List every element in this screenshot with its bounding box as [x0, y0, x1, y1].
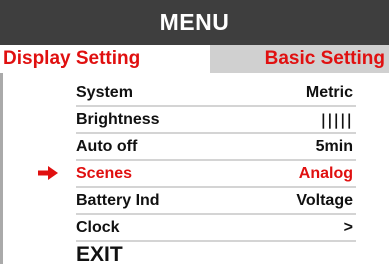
menu-item-brightness[interactable]: Brightness |||||	[3, 106, 389, 133]
menu-item-value: Metric	[305, 83, 353, 101]
menu-item-value: 5min	[315, 137, 353, 155]
chevron-right-icon: >	[343, 218, 353, 236]
menu-item-system[interactable]: System Metric	[3, 79, 389, 106]
tab-display-setting[interactable]: Display Setting	[0, 45, 210, 73]
menu-item-value: Voltage	[296, 191, 353, 209]
menu-title: MENU	[0, 0, 389, 45]
menu-item-auto-off[interactable]: Auto off 5min	[3, 133, 389, 160]
menu-item-clock[interactable]: Clock >	[3, 214, 389, 241]
menu-item-label: Battery Ind	[76, 191, 160, 209]
menu-item-label: System	[76, 83, 133, 101]
menu-item-battery-ind[interactable]: Battery Ind Voltage	[3, 187, 389, 214]
menu-item-label: Brightness	[76, 110, 160, 128]
menu-item-scenes[interactable]: Scenes Analog	[3, 160, 389, 187]
settings-tabs: Display Setting Basic Setting	[0, 45, 389, 73]
menu-list: System Metric Brightness ||||| Auto off …	[0, 73, 389, 264]
menu-item-value: Analog	[298, 164, 353, 182]
menu-item-label: Auto off	[76, 137, 138, 155]
menu-item-label: Scenes	[76, 164, 133, 182]
brightness-level-value: |||||	[320, 110, 353, 129]
right-arrow-icon	[38, 166, 58, 180]
menu-item-label: Clock	[76, 218, 120, 236]
exit-button[interactable]: EXIT	[3, 241, 389, 264]
tab-basic-setting[interactable]: Basic Setting	[210, 45, 389, 73]
exit-label: EXIT	[76, 242, 123, 264]
